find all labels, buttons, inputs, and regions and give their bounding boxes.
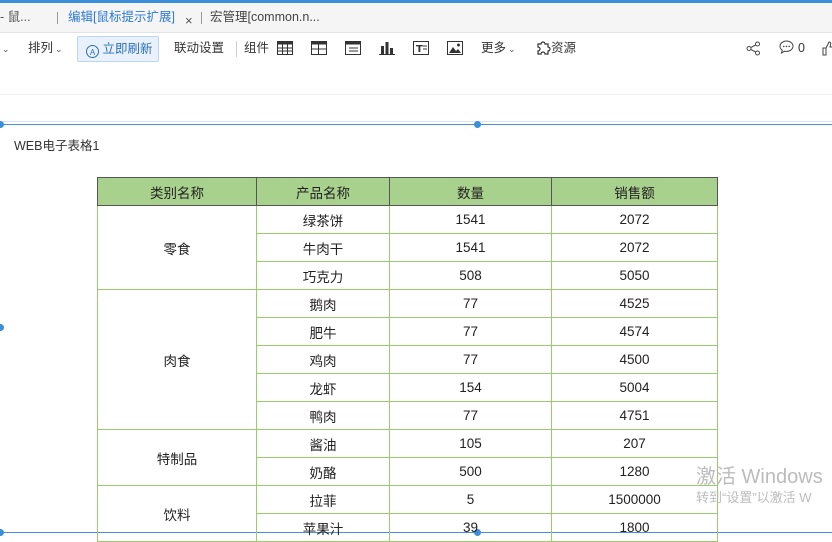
sales-cell[interactable]: 4525 <box>551 289 718 318</box>
freestyle-table-icon[interactable] <box>345 41 361 55</box>
header-product[interactable]: 产品名称 <box>256 177 390 206</box>
product-cell[interactable]: 鸭肉 <box>256 401 390 430</box>
sales-cell[interactable]: 2072 <box>551 233 718 262</box>
quantity-cell[interactable]: 105 <box>389 429 552 458</box>
arrange-button[interactable]: 排列 ⌄ <box>28 33 63 64</box>
resources-label: 资源 <box>551 41 577 55</box>
more-label: 更多 <box>481 41 507 55</box>
quantity-cell[interactable]: 5 <box>389 485 552 514</box>
comment-button[interactable]: 0 <box>779 33 805 64</box>
product-cell[interactable]: 酱油 <box>256 429 390 458</box>
quantity-cell[interactable]: 1541 <box>389 233 552 262</box>
tab-mouse-tip[interactable]: - 鼠... <box>0 3 31 32</box>
table-row: 零食 绿茶饼 1541 2072 <box>97 205 718 290</box>
product-cell[interactable]: 鹅肉 <box>256 289 390 318</box>
comment-icon <box>779 40 794 55</box>
windows-activation-watermark: 激活 Windows <box>696 466 823 488</box>
sales-cell[interactable]: 4751 <box>551 401 718 430</box>
product-cell[interactable]: 绿茶饼 <box>256 205 390 234</box>
resize-handle-top-center[interactable] <box>474 121 481 128</box>
canvas-top-band <box>0 64 832 95</box>
quantity-cell[interactable]: 77 <box>389 289 552 318</box>
product-cell[interactable]: 巧克力 <box>256 261 390 290</box>
svg-text:T: T <box>416 44 423 55</box>
tab-edit-mouse-tip-extension[interactable]: 编辑[鼠标提示扩展] <box>68 3 175 32</box>
quantity-cell[interactable]: 77 <box>389 401 552 430</box>
comment-count: 0 <box>798 41 805 55</box>
image-icon[interactable] <box>447 41 463 55</box>
sales-cell[interactable]: 4574 <box>551 317 718 346</box>
product-cell[interactable]: 拉菲 <box>256 485 390 514</box>
sales-cell[interactable]: 207 <box>551 429 718 458</box>
sales-cell[interactable]: 5004 <box>551 373 718 402</box>
sales-cell[interactable]: 1280 <box>551 457 718 486</box>
crosstab-icon[interactable] <box>311 41 327 55</box>
quantity-cell[interactable]: 500 <box>389 457 552 486</box>
quantity-cell[interactable]: 1541 <box>389 205 552 234</box>
product-cell[interactable]: 牛肉干 <box>256 233 390 262</box>
components-label: 组件 <box>244 41 270 55</box>
header-quantity[interactable]: 数量 <box>389 177 552 206</box>
sales-cell[interactable]: 1500000 <box>551 485 718 514</box>
table-row: 特制品 酱油 105 207 <box>97 429 718 486</box>
sales-cell[interactable]: 4500 <box>551 345 718 374</box>
share-icon[interactable] <box>746 41 761 56</box>
tab-bar: - 鼠... 编辑[鼠标提示扩展] × 宏管理[common.n... <box>0 3 832 33</box>
product-cell[interactable]: 苹果汁 <box>256 513 390 542</box>
toolbar: ⌄ 排列 ⌄ A 立即刷新 联动设置 组件 T 更多 ⌄ 资源 0 <box>0 33 832 65</box>
bar-chart-icon[interactable] <box>379 41 395 55</box>
resize-handle-middle-left[interactable] <box>0 324 4 331</box>
more-button[interactable]: 更多 ⌄ <box>481 33 516 64</box>
quantity-cell[interactable]: 154 <box>389 373 552 402</box>
refresh-now-label: 立即刷新 <box>102 42 153 56</box>
table-row: 肉食 鹅肉 77 4525 <box>97 289 718 430</box>
tab-separator <box>201 12 202 24</box>
puzzle-icon <box>537 41 551 55</box>
resources-button[interactable]: 资源 <box>536 33 576 64</box>
category-cell[interactable]: 零食 <box>97 205 257 290</box>
chevron-down-icon[interactable]: ⌄ <box>0 33 10 64</box>
quantity-cell[interactable]: 77 <box>389 317 552 346</box>
header-sales[interactable]: 销售额 <box>551 177 718 206</box>
category-cell[interactable]: 肉食 <box>97 289 257 430</box>
quantity-cell[interactable]: 39 <box>389 513 552 542</box>
sales-cell[interactable]: 1800 <box>551 513 718 542</box>
quantity-cell[interactable]: 508 <box>389 261 552 290</box>
category-cell[interactable]: 特制品 <box>97 429 257 486</box>
tab-separator <box>57 12 58 24</box>
chevron-down-icon: ⌄ <box>55 44 63 54</box>
thumbs-up-icon[interactable] <box>822 41 832 56</box>
tab-macro-manager[interactable]: 宏管理[common.n... <box>210 3 320 32</box>
table-row: 饮料 拉菲 5 1500000 <box>97 485 718 542</box>
selection-border-top <box>0 124 832 125</box>
linkage-settings-button[interactable]: 联动设置 <box>174 33 224 64</box>
product-cell[interactable]: 奶酪 <box>256 457 390 486</box>
table-header-row: 类别名称 产品名称 数量 销售额 <box>97 177 718 206</box>
text-box-icon[interactable]: T <box>413 41 429 55</box>
tab-close-icon[interactable]: × <box>185 6 193 35</box>
refresh-now-button[interactable]: A 立即刷新 <box>77 36 159 62</box>
header-category[interactable]: 类别名称 <box>97 177 257 206</box>
sales-cell[interactable]: 5050 <box>551 261 718 290</box>
chevron-down-icon: ⌄ <box>508 44 516 54</box>
product-cell[interactable]: 肥牛 <box>256 317 390 346</box>
toolbar-separator <box>236 41 237 57</box>
product-cell[interactable]: 龙虾 <box>256 373 390 402</box>
quantity-cell[interactable]: 77 <box>389 345 552 374</box>
auto-refresh-icon: A <box>86 45 99 58</box>
resize-handle-top-left[interactable] <box>0 121 4 128</box>
canvas-guide-line <box>0 121 832 122</box>
category-cell[interactable]: 饮料 <box>97 485 257 542</box>
table-icon[interactable] <box>277 41 293 55</box>
windows-activation-hint: 转到“设置”以激活 W <box>696 490 812 505</box>
sales-cell[interactable]: 2072 <box>551 205 718 234</box>
arrange-label: 排列 <box>28 41 54 55</box>
widget-title: WEB电子表格1 <box>14 139 100 153</box>
product-cell[interactable]: 鸡肉 <box>256 345 390 374</box>
report-table: 类别名称 产品名称 数量 销售额 零食 绿茶饼 1541 2072 牛肉干 15… <box>97 177 718 542</box>
